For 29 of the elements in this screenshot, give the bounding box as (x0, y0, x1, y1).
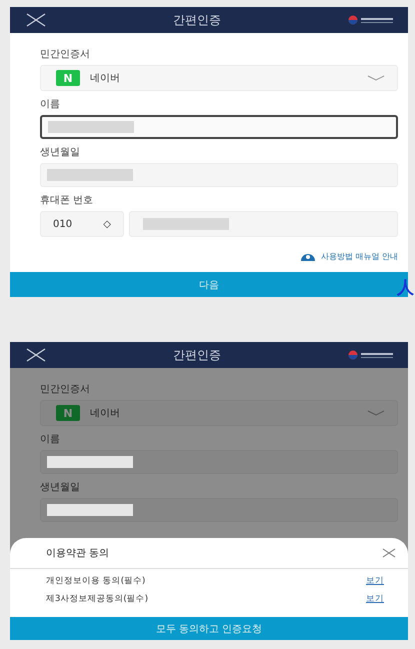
naver-badge-icon: N (56, 70, 80, 86)
naver-badge-icon: N (56, 405, 80, 421)
terms-item: 제3사정보제공동의(필수) (46, 593, 148, 605)
field-label: 이름 (40, 433, 61, 446)
close-icon[interactable] (382, 548, 396, 558)
manual-link[interactable]: 사용방법 매뉴얼 안내 (320, 251, 398, 262)
certificate-select[interactable]: N 네이버 (40, 65, 398, 91)
carrier-prefix-select[interactable]: 010 ◇ (40, 211, 124, 237)
agency-logo-icon (348, 350, 396, 360)
view-link[interactable]: 보기 (366, 593, 384, 605)
phone-number-field[interactable] (129, 211, 398, 237)
field-label: 이름 (40, 98, 61, 111)
header-title: 간편인증 (173, 346, 221, 364)
terms-item: 개인정보이용 동의(필수) (46, 575, 146, 587)
field-label: 생년월일 (40, 146, 81, 159)
certificate-select[interactable]: N 네이버 (40, 400, 398, 426)
field-label: 생년월일 (40, 481, 81, 494)
header-title: 간편인증 (173, 12, 221, 28)
agency-logo-icon (348, 15, 396, 25)
field-label: 민간인증서 (40, 48, 91, 61)
sheet-title: 이용약관 동의 (46, 547, 110, 560)
field-label: 민간인증서 (40, 383, 91, 396)
view-link[interactable]: 보기 (366, 575, 384, 587)
agree-all-button[interactable]: 모두 동의하고 인증요청 (10, 617, 408, 640)
chevron-down-icon (367, 410, 385, 416)
headset-icon (300, 252, 316, 261)
chevron-down-icon (367, 75, 385, 81)
input-field[interactable] (40, 115, 398, 139)
field-label: 휴대폰 번호 (40, 194, 94, 207)
